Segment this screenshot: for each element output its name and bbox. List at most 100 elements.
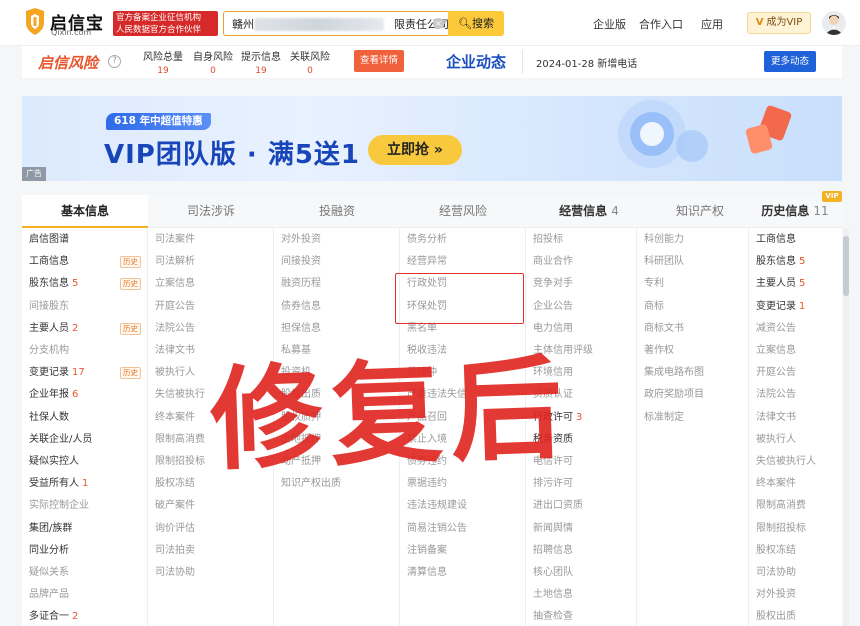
- risk-total[interactable]: 风险总量 19: [143, 48, 183, 76]
- list-item[interactable]: 破产案件: [155, 498, 195, 514]
- list-item[interactable]: 法律文书: [155, 343, 195, 359]
- list-item[interactable]: 股权冻结: [155, 476, 195, 492]
- nav-enterprise[interactable]: 企业版: [593, 16, 626, 32]
- list-item[interactable]: 企业年报 6: [29, 387, 78, 403]
- tab-ip[interactable]: 知识产权: [652, 195, 748, 228]
- list-item[interactable]: 工商信息: [756, 232, 796, 248]
- list-item[interactable]: 担保信息: [281, 321, 321, 337]
- list-item[interactable]: 股权出质: [756, 609, 796, 625]
- list-item[interactable]: 股权出质: [281, 387, 321, 403]
- risk-self[interactable]: 自身风险 0: [193, 48, 233, 76]
- grab-now-button[interactable]: 立即抢 »: [368, 135, 462, 165]
- list-item[interactable]: 进出口资质: [533, 498, 583, 514]
- clear-search-icon[interactable]: ×: [433, 18, 444, 29]
- list-item[interactable]: 司法协助: [756, 565, 796, 581]
- search-button[interactable]: 🔍︎搜索: [448, 11, 504, 36]
- list-item[interactable]: 限制招投标: [155, 454, 205, 470]
- list-item[interactable]: 司法解析: [155, 254, 195, 270]
- list-item[interactable]: 司法拍卖: [155, 543, 195, 559]
- list-item[interactable]: 终本案件: [756, 476, 796, 492]
- view-risk-details-button[interactable]: 查看详情: [354, 50, 404, 72]
- list-item[interactable]: 产品召回: [407, 410, 447, 426]
- list-item[interactable]: 集成电路布图: [644, 365, 704, 381]
- list-item[interactable]: 资质认证: [533, 387, 573, 403]
- scrollbar[interactable]: [843, 228, 849, 626]
- list-item[interactable]: 间接投资: [281, 254, 321, 270]
- list-item[interactable]: 知识产权出质: [281, 476, 341, 492]
- list-item[interactable]: 失信被执行: [155, 387, 205, 403]
- list-item[interactable]: 商业合作: [533, 254, 573, 270]
- list-item[interactable]: 商标文书: [644, 321, 684, 337]
- list-item[interactable]: 对外投资: [756, 587, 796, 603]
- list-item[interactable]: 土地信息: [533, 587, 573, 603]
- nav-partner[interactable]: 合作入口: [639, 16, 683, 32]
- list-item[interactable]: 询价评估: [155, 521, 195, 537]
- list-item[interactable]: 清算信息: [407, 565, 447, 581]
- list-item[interactable]: 债务分析: [407, 232, 447, 248]
- list-item[interactable]: 间接股东: [29, 299, 69, 315]
- become-vip-button[interactable]: V 成为VIP: [747, 12, 811, 34]
- list-item[interactable]: 税务资质: [533, 432, 573, 448]
- list-item[interactable]: 招聘信息: [533, 543, 573, 559]
- latest-news[interactable]: 2024-01-28 新增电话: [536, 55, 637, 70]
- list-item[interactable]: 立案信息: [756, 343, 796, 359]
- nav-apps[interactable]: 应用: [701, 16, 723, 32]
- user-avatar[interactable]: [822, 11, 846, 35]
- list-item[interactable]: 投资机: [281, 365, 311, 381]
- tab-judicial[interactable]: 司法涉诉: [148, 195, 274, 228]
- list-item[interactable]: 失信被执行人: [756, 454, 816, 470]
- list-item[interactable]: 著作权: [644, 343, 674, 359]
- list-item[interactable]: 核心团队: [533, 565, 573, 581]
- list-item[interactable]: 受益所有人 1: [29, 476, 88, 492]
- list-item[interactable]: 实际控制企业: [29, 498, 89, 514]
- list-item[interactable]: 限制招投标: [756, 521, 806, 537]
- list-item[interactable]: 融资历程: [281, 276, 321, 292]
- tab-business-info[interactable]: 经营信息 4: [526, 195, 652, 228]
- list-item[interactable]: 被执行人: [756, 432, 796, 448]
- list-item[interactable]: 立案信息: [155, 276, 195, 292]
- list-item[interactable]: 简易注销公告: [407, 521, 467, 537]
- help-icon[interactable]: ?: [108, 55, 121, 68]
- list-item[interactable]: 科创能力: [644, 232, 684, 248]
- tab-business-risk[interactable]: 经营风险: [400, 195, 526, 228]
- list-item[interactable]: 劳动仲: [407, 365, 437, 381]
- site-logo[interactable]: 启信宝 Qixin.com: [24, 8, 108, 38]
- list-item[interactable]: 股权冻结: [756, 543, 796, 559]
- more-news-button[interactable]: 更多动态: [764, 51, 816, 72]
- list-item[interactable]: 司法案件: [155, 232, 195, 248]
- list-item[interactable]: 品牌产品: [29, 587, 69, 603]
- scrollbar-thumb[interactable]: [843, 236, 849, 296]
- risk-notice[interactable]: 提示信息 19: [241, 48, 281, 76]
- list-item[interactable]: 招投标: [533, 232, 563, 248]
- list-item[interactable]: 债券信息: [281, 299, 321, 315]
- list-item[interactable]: 启信图谱: [29, 232, 69, 248]
- list-item[interactable]: 主要人员 5: [756, 276, 805, 292]
- list-item[interactable]: 分支机构: [29, 343, 69, 359]
- list-item[interactable]: 社保人数: [29, 410, 69, 426]
- list-item[interactable]: 开庭公告: [155, 299, 195, 315]
- list-item[interactable]: 环境信用: [533, 365, 573, 381]
- list-item[interactable]: 对外投资: [281, 232, 321, 248]
- list-item[interactable]: 票据违约: [407, 476, 447, 492]
- list-item[interactable]: 股东信息 5: [29, 276, 78, 292]
- list-item[interactable]: 土地抵押: [281, 432, 321, 448]
- risk-related[interactable]: 关联风险 0: [290, 48, 330, 76]
- list-item[interactable]: 主体信用评级: [533, 343, 593, 359]
- history-tag[interactable]: 历史: [120, 322, 141, 335]
- list-item[interactable]: 严重违法失信: [407, 387, 467, 403]
- list-item[interactable]: 疑似实控人: [29, 454, 79, 470]
- list-item[interactable]: 政府奖励项目: [644, 387, 704, 403]
- list-item[interactable]: 债券违约: [407, 454, 447, 470]
- list-item[interactable]: 法院公告: [155, 321, 195, 337]
- list-item[interactable]: 新闻舆情: [533, 521, 573, 537]
- list-item[interactable]: 变更记录 17: [29, 365, 85, 381]
- history-tag[interactable]: 历史: [120, 256, 141, 269]
- list-item[interactable]: 疑似关系: [29, 565, 69, 581]
- list-item[interactable]: 电力信用: [533, 321, 573, 337]
- list-item[interactable]: 动产抵押: [281, 454, 321, 470]
- promo-banner[interactable]: 618 年中超值特惠 VIP团队版 · 满5送1 立即抢 » 广告: [22, 96, 842, 181]
- list-item[interactable]: 关联企业/人员: [29, 432, 92, 448]
- history-tag[interactable]: 历史: [120, 278, 141, 291]
- list-item[interactable]: 行政许可 3: [533, 410, 582, 426]
- tab-investment[interactable]: 投融资: [274, 195, 400, 228]
